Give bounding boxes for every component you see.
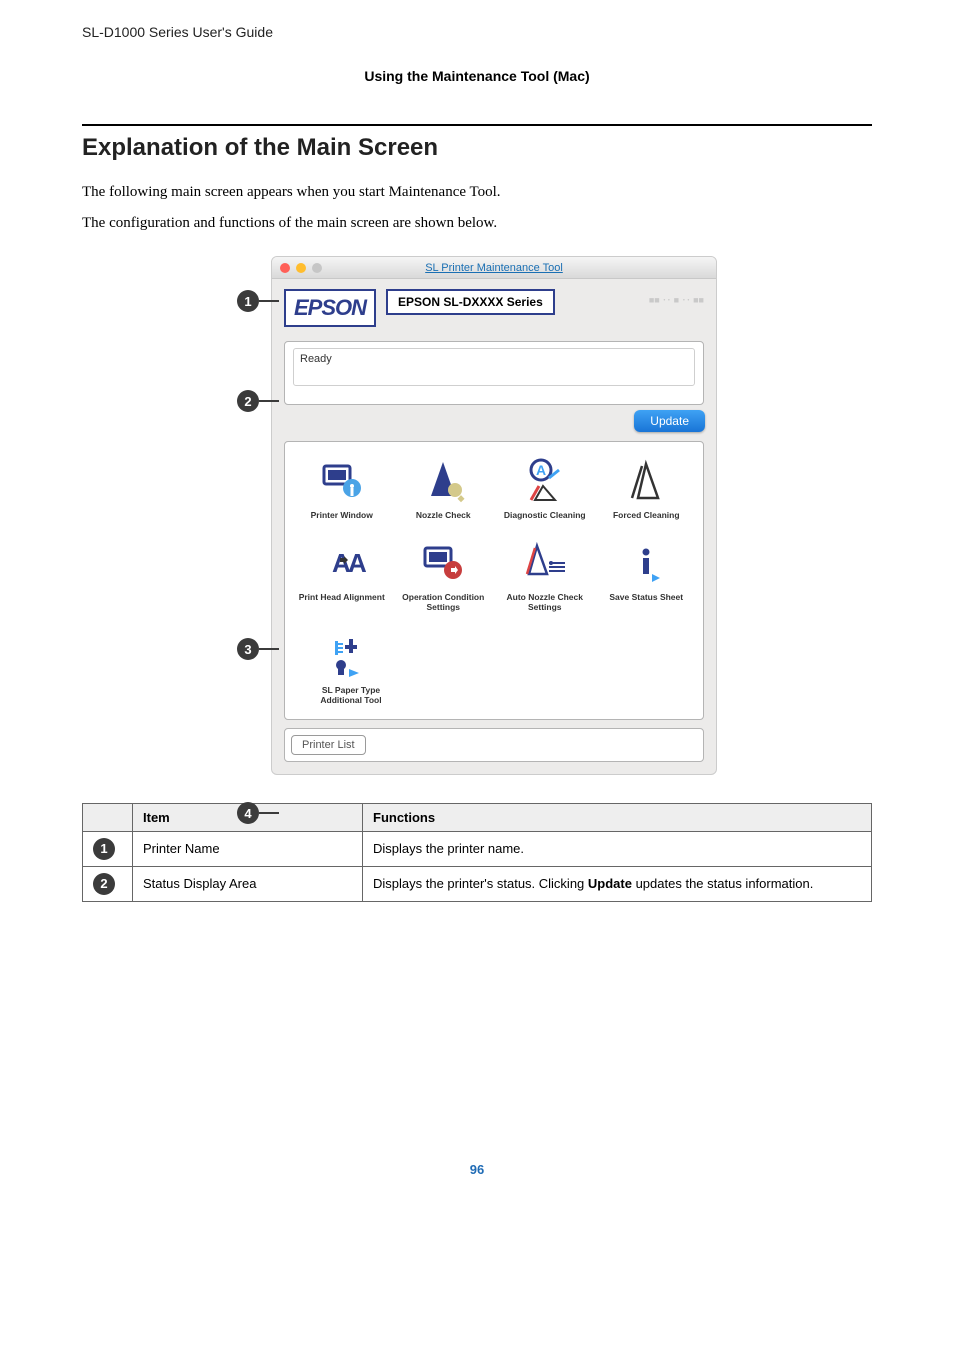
maintenance-tool-window: SL Printer Maintenance Tool EPSON EPSON … <box>271 256 717 775</box>
page-heading: Explanation of the Main Screen <box>82 134 872 162</box>
svg-text:A: A <box>536 462 546 478</box>
table-row: 1 Printer Name Displays the printer name… <box>83 831 872 866</box>
intro-paragraph-2: The configuration and functions of the m… <box>82 215 872 232</box>
svg-text:A: A <box>348 548 366 578</box>
tile-label: Save Status Sheet <box>596 592 696 602</box>
footer-panel: Printer List <box>284 728 704 762</box>
forced-cleaning-tile[interactable]: Forced Cleaning <box>596 456 696 520</box>
row-marker: 2 <box>93 873 115 895</box>
intro-paragraph-1: The following main screen appears when y… <box>82 184 872 201</box>
tile-label: Print Head Alignment <box>292 592 392 602</box>
auto-nozzle-icon <box>521 538 569 586</box>
forced-cleaning-icon <box>622 456 670 504</box>
printer-list-button[interactable]: Printer List <box>291 735 366 755</box>
callout-marker-4: 4 <box>237 802 259 824</box>
marker-column: 1 2 3 4 <box>237 256 271 775</box>
callout-line-1 <box>259 300 279 302</box>
callout-line-2 <box>259 400 279 402</box>
tile-label: Printer Window <box>292 510 392 520</box>
faded-text: ■■ ･･ ■ ･･ ■■ <box>649 293 704 306</box>
status-text: Ready <box>293 348 695 386</box>
rule-line <box>82 124 872 126</box>
header-blank <box>83 803 133 831</box>
print-head-alignment-tile[interactable]: AA Print Head Alignment <box>292 538 392 612</box>
screenshot-container: 1 2 3 4 SL Printer Maintenance Tool EPSO… <box>82 256 872 775</box>
series-name-box: EPSON SL-DXXXX Series <box>386 289 555 315</box>
guide-name: SL-D1000 Series User's Guide <box>82 24 872 40</box>
tile-label: Operation Condition Settings <box>393 592 493 612</box>
tile-label: Nozzle Check <box>393 510 493 520</box>
window-title: SL Printer Maintenance Tool <box>272 262 716 274</box>
nozzle-check-icon <box>419 456 467 504</box>
diagnostic-cleaning-tile[interactable]: A Diagnostic Cleaning <box>495 456 595 520</box>
paper-type-icon <box>327 631 375 679</box>
callout-line-4 <box>259 812 279 814</box>
tile-label: Diagnostic Cleaning <box>495 510 595 520</box>
window-titlebar: SL Printer Maintenance Tool <box>272 257 716 279</box>
operation-settings-icon <box>419 538 467 586</box>
tile-label: SL Paper Type Additional Tool <box>301 685 401 705</box>
status-panel: Ready Update <box>284 341 704 405</box>
callout-marker-3: 3 <box>237 638 259 660</box>
section-context: Using the Maintenance Tool (Mac) <box>82 68 872 84</box>
nozzle-check-tile[interactable]: Nozzle Check <box>393 456 493 520</box>
info-icon <box>622 538 670 586</box>
header-row: EPSON EPSON SL-DXXXX Series ■■ ･･ ■ ･･ ■… <box>272 279 716 333</box>
row-item: Printer Name <box>133 831 363 866</box>
tile-label: Forced Cleaning <box>596 510 696 520</box>
callout-line-3 <box>259 648 279 650</box>
update-button[interactable]: Update <box>634 410 705 432</box>
alignment-icon: AA <box>318 538 366 586</box>
printer-window-tile[interactable]: Printer Window <box>292 456 392 520</box>
row-function: Displays the printer name. <box>363 831 872 866</box>
row-marker: 1 <box>93 838 115 860</box>
row-item: Status Display Area <box>133 866 363 901</box>
tile-label: Auto Nozzle Check Settings <box>495 592 595 612</box>
sl-paper-type-additional-tool-tile[interactable]: SL Paper Type Additional Tool <box>301 631 401 705</box>
epson-logo: EPSON <box>284 289 376 327</box>
tile-row-3: SL Paper Type Additional Tool <box>291 631 697 705</box>
table-row: 2 Status Display Area Displays the print… <box>83 866 872 901</box>
row-function: Displays the printer's status. Clicking … <box>363 866 872 901</box>
header-functions: Functions <box>363 803 872 831</box>
callout-marker-1: 1 <box>237 290 259 312</box>
info-table: Item Functions 1 Printer Name Displays t… <box>82 803 872 902</box>
tile-row-2: AA Print Head Alignment Operation Condit… <box>291 538 697 612</box>
operation-condition-settings-tile[interactable]: Operation Condition Settings <box>393 538 493 612</box>
printer-window-icon <box>318 456 366 504</box>
page-number: 96 <box>82 1162 872 1177</box>
tile-row-1: Printer Window Nozzle Check A Diagnostic… <box>291 456 697 520</box>
diagnostic-cleaning-icon: A <box>521 456 569 504</box>
save-status-sheet-tile[interactable]: Save Status Sheet <box>596 538 696 612</box>
tile-panel: Printer Window Nozzle Check A Diagnostic… <box>284 441 704 720</box>
callout-marker-2: 2 <box>237 390 259 412</box>
auto-nozzle-check-settings-tile[interactable]: Auto Nozzle Check Settings <box>495 538 595 612</box>
